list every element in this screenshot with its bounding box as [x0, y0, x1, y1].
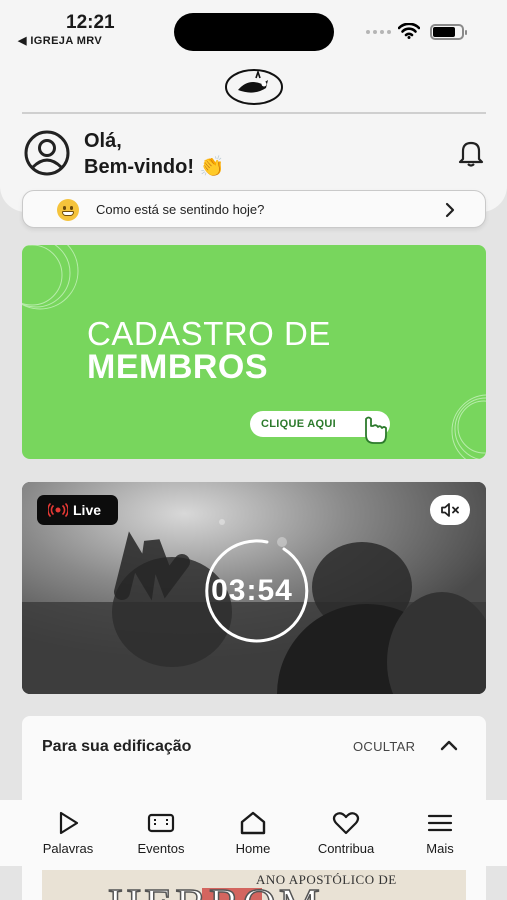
chevron-up-icon[interactable]: [440, 738, 458, 752]
decorative-circles: [22, 245, 79, 310]
tab-label: Contribua: [317, 841, 375, 856]
tab-home[interactable]: Home: [213, 810, 293, 856]
speaker-muted-icon: [441, 503, 459, 517]
signal-icon: [366, 30, 391, 34]
status-time: 12:21: [66, 12, 115, 33]
play-icon: [59, 811, 79, 835]
tab-palavras[interactable]: Palavras: [28, 810, 108, 856]
bottom-tab-bar: Palavras Eventos Home Contribua Mais: [0, 800, 507, 866]
tab-eventos[interactable]: Eventos: [121, 810, 201, 856]
clapping-hands-icon: 👏: [199, 156, 225, 178]
decorative-circles: [451, 394, 486, 459]
tab-label: Eventos: [137, 841, 185, 856]
home-icon: [240, 811, 266, 835]
thumbnail-subtitle: ANO APOSTÓLICO DE: [256, 872, 397, 887]
avatar-icon[interactable]: [22, 130, 72, 176]
tab-label: Palavras: [42, 841, 94, 856]
grinning-face-icon: [57, 199, 79, 221]
dynamic-island: [174, 13, 334, 51]
chevron-right-icon: [445, 202, 455, 218]
tab-label: Home: [235, 841, 271, 856]
banner-title-line2: MEMBROS: [87, 348, 269, 386]
menu-icon: [427, 814, 453, 832]
greeting-line1: Olá,: [84, 130, 122, 152]
battery-icon: [430, 24, 467, 40]
tab-contribua[interactable]: Contribua: [306, 810, 386, 856]
countdown-timer: 03:54: [211, 574, 293, 607]
mood-checkin-button[interactable]: Como está se sentindo hoje?: [22, 190, 486, 228]
ticket-icon: [147, 813, 175, 833]
pointing-hand-icon: [360, 416, 387, 444]
greeting: Olá, Bem-vindo! 👏: [84, 128, 224, 180]
mute-button[interactable]: [430, 495, 470, 525]
app-header: 12:21 ◀ IGREJA MRV Olá, Bem-vindo! 👏: [0, 0, 507, 212]
broadcast-icon: [48, 503, 68, 517]
live-badge: Live: [37, 495, 118, 525]
greeting-line2: Bem-vindo!: [84, 156, 194, 178]
mood-prompt: Como está se sentindo hoje?: [96, 202, 265, 217]
hide-section-button[interactable]: OCULTAR: [353, 739, 415, 754]
wifi-icon: [398, 23, 420, 39]
bell-icon[interactable]: [457, 138, 485, 168]
heart-icon: [332, 812, 360, 835]
live-stream-card[interactable]: Live 03:54: [22, 482, 486, 694]
member-signup-banner[interactable]: CADASTRO DE MEMBROS CLIQUE AQUI: [22, 245, 486, 459]
live-label: Live: [73, 502, 102, 518]
tab-mais[interactable]: Mais: [400, 810, 480, 856]
church-logo-icon: [225, 69, 283, 105]
tab-label: Mais: [426, 841, 454, 856]
edification-thumbnail[interactable]: HEBROM ANO APOSTÓLICO DE: [42, 870, 466, 900]
back-to-app-link[interactable]: ◀ IGREJA MRV: [18, 34, 102, 47]
header-divider: [22, 112, 486, 114]
edification-title: Para sua edificação: [42, 738, 192, 755]
